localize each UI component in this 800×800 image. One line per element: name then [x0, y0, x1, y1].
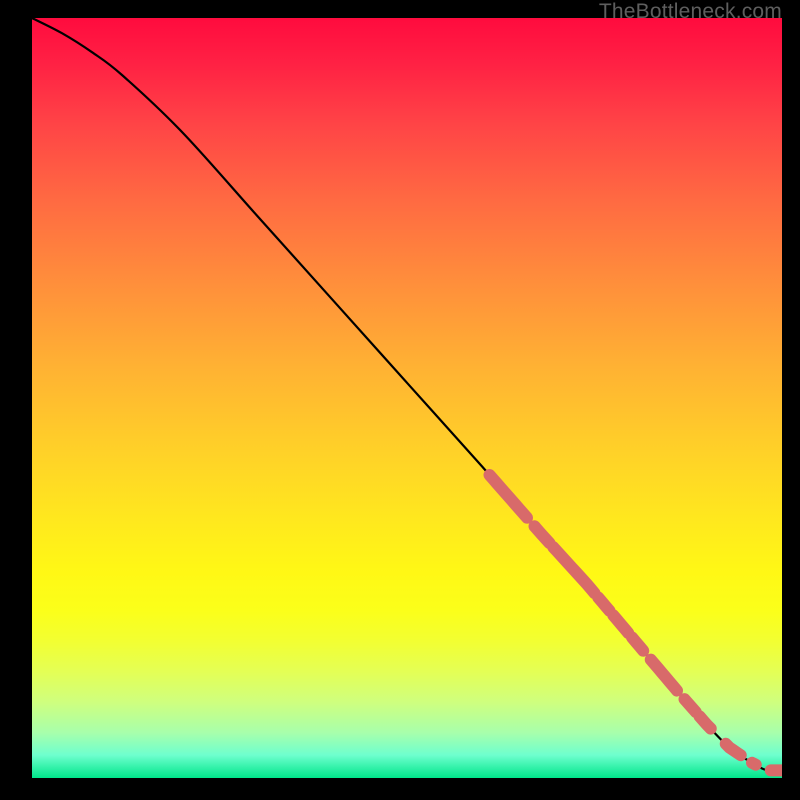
highlight-segment — [700, 716, 711, 728]
highlight-segment — [651, 660, 677, 691]
highlight-markers — [490, 475, 783, 770]
highlight-segment — [613, 615, 628, 633]
highlight-segment — [553, 547, 594, 593]
highlight-segment — [490, 475, 528, 518]
highlight-segment — [685, 699, 696, 712]
plot-area — [32, 18, 782, 778]
highlight-segment — [598, 598, 609, 611]
highlight-segment — [726, 744, 741, 755]
main-curve — [32, 18, 782, 771]
watermark-text: TheBottleneck.com — [599, 0, 782, 24]
highlight-segment — [752, 763, 756, 765]
chart-frame: TheBottleneck.com — [0, 0, 800, 800]
highlight-segment — [535, 526, 550, 543]
chart-svg — [32, 18, 782, 778]
highlight-segment — [632, 637, 643, 650]
